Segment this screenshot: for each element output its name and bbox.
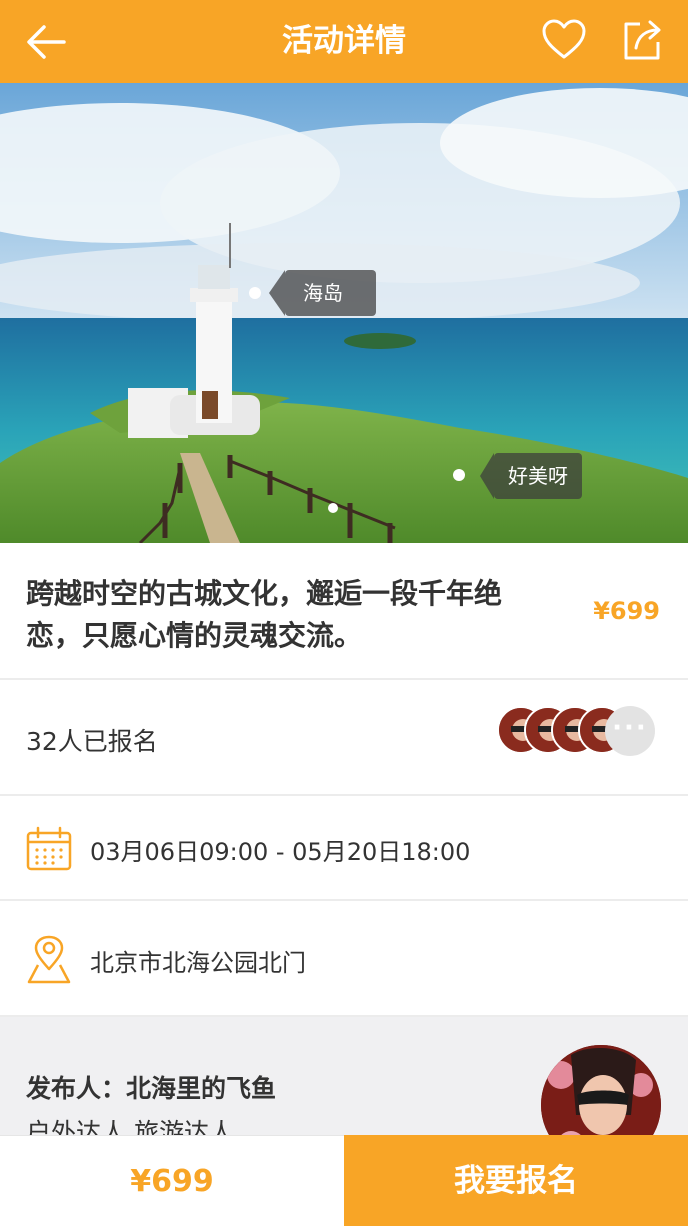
signup-button[interactable]: 我要报名 <box>344 1135 688 1226</box>
image-tag-island[interactable]: 海岛 <box>269 270 376 316</box>
tag-marker-dot[interactable] <box>328 503 338 513</box>
schedule-row: 03月06日09:00 - 05月20日18:00 <box>0 796 688 901</box>
top-bar: 活动详情 <box>0 0 688 83</box>
calendar-icon <box>26 826 72 871</box>
more-participants-button[interactable]: ··· <box>605 706 655 756</box>
heart-icon[interactable] <box>541 18 587 62</box>
hero-image: 海岛 好美呀 <box>0 83 688 543</box>
tag-marker-dot[interactable] <box>453 469 465 481</box>
activity-price: ¥699 <box>593 597 660 625</box>
bottom-price: ¥699 <box>130 1164 214 1199</box>
location-row[interactable]: 北京市北海公园北门 <box>0 901 688 1017</box>
image-tag-beautiful[interactable]: 好美呀 <box>480 453 582 499</box>
schedule-time: 03月06日09:00 - 05月20日18:00 <box>90 838 471 866</box>
signup-count: 32人已报名 <box>26 727 158 756</box>
participant-avatars[interactable]: ··· <box>497 706 667 756</box>
share-icon[interactable] <box>620 18 664 62</box>
activity-title-section: 跨越时空的古城文化，邂逅一段千年绝恋，只愿心情的灵魂交流。 ¥699 <box>0 543 688 680</box>
location-address: 北京市北海公园北门 <box>90 949 306 977</box>
location-pin-icon <box>27 935 71 984</box>
signup-row[interactable]: 32人已报名 ··· <box>0 680 688 796</box>
tag-marker-dot[interactable] <box>249 287 261 299</box>
activity-title: 跨越时空的古城文化，邂逅一段千年绝恋，只愿心情的灵魂交流。 <box>26 577 503 652</box>
publisher-name: 发布人：北海里的飞鱼 <box>26 1074 277 1103</box>
bottom-action-bar: ¥699 我要报名 <box>0 1135 688 1226</box>
